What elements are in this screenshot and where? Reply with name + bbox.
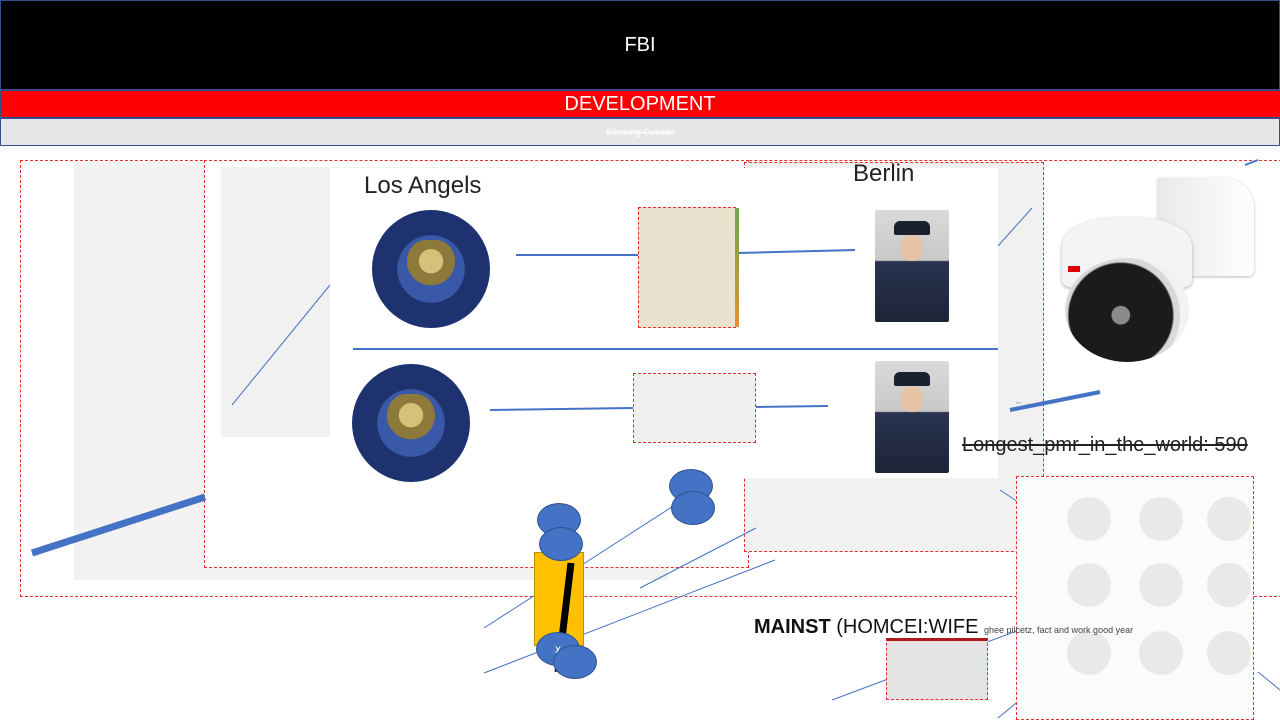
marker-dot	[539, 527, 583, 561]
marker-dot	[671, 491, 715, 525]
marker-bar	[554, 562, 575, 673]
marker-dot	[553, 645, 597, 679]
